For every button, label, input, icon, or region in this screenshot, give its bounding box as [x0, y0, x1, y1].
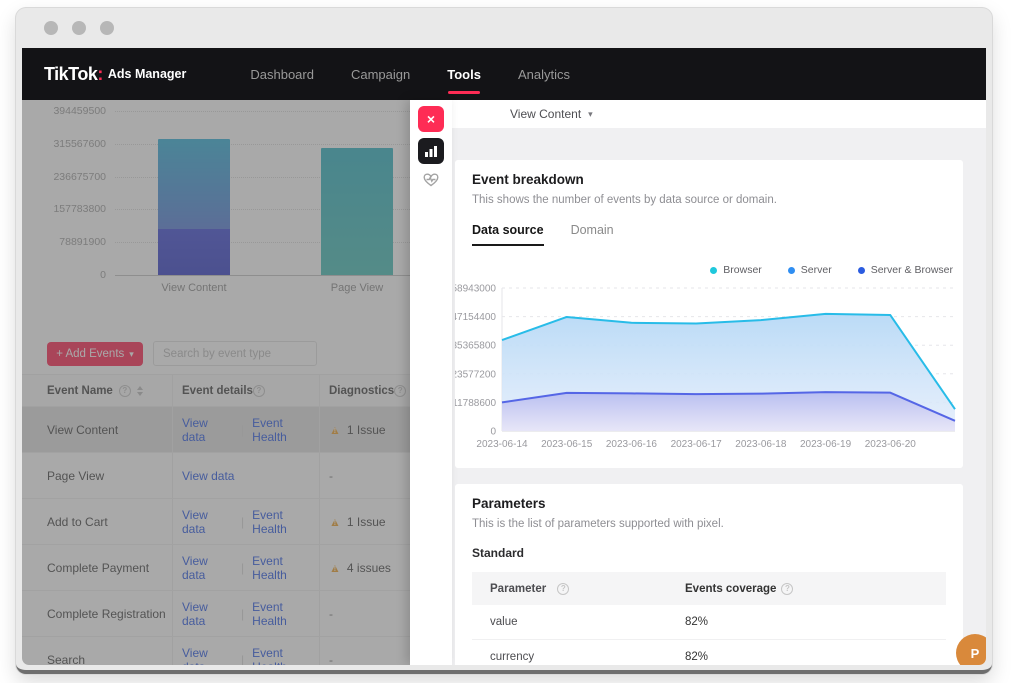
tab-domain[interactable]: Domain [571, 223, 614, 246]
line-chart-y-tick: 0 [490, 427, 496, 438]
line-chart-x-tick: 2023-06-16 [606, 439, 658, 450]
parameter-name: value [490, 616, 518, 628]
line-chart-y-tick: 23577200 [455, 369, 496, 380]
event-breakdown-title: Event breakdown [472, 172, 584, 187]
panel-scroll-area: Event breakdown This shows the number of… [452, 128, 986, 665]
parameter-row[interactable]: currency 82% [472, 640, 946, 665]
logo-colon: : [97, 63, 103, 84]
parameters-group-label: Standard [472, 546, 525, 560]
avatar[interactable]: P [956, 634, 986, 665]
heart-health-icon [423, 173, 439, 187]
parameter-name: currency [490, 651, 535, 663]
legend-item: Browser [710, 264, 762, 276]
line-chart-x-tick: 2023-06-20 [865, 439, 917, 450]
chart-view-button[interactable] [418, 138, 444, 164]
parameters-description: This is the list of parameters supported… [472, 518, 724, 530]
breakdown-tabs: Data source Domain [472, 223, 946, 246]
tab-data-source[interactable]: Data source [472, 223, 544, 246]
nav-item-analytics[interactable]: Analytics [518, 67, 570, 82]
panel-icon-rail: × [410, 100, 452, 665]
legend-dot-icon [857, 266, 865, 274]
app-content: TikTok: Ads Manager Dashboard Campaign Too… [22, 48, 986, 665]
line-chart-x-tick: 2023-06-17 [671, 439, 723, 450]
legend-label: Browser [723, 264, 762, 276]
line-chart-x-tick: 2023-06-14 [476, 439, 528, 450]
line-chart-x-tick: 2023-06-19 [800, 439, 852, 450]
line-chart-y-tick: 35365800 [455, 341, 496, 352]
line-chart-y-tick: 11788600 [455, 398, 496, 409]
panel-main: View Content ▾ Event breakdown This show… [452, 100, 986, 665]
window-control-dot[interactable] [72, 21, 86, 35]
product-name: Ads Manager [107, 67, 187, 81]
line-chart-x-tick: 2023-06-15 [541, 439, 593, 450]
chevron-down-icon: ▾ [588, 108, 593, 119]
nav-item-campaign[interactable]: Campaign [351, 67, 410, 82]
event-breakdown-description: This shows the number of events by data … [472, 194, 777, 206]
dim-overlay [22, 100, 410, 665]
window-control-dot[interactable] [44, 21, 58, 35]
line-chart-svg: 0 11788600 23577200 35365800 47154400 5894300… [452, 284, 956, 450]
close-icon: × [426, 111, 436, 127]
tiktok-logo[interactable]: TikTok: [44, 64, 103, 85]
event-breakdown-card: Event breakdown This shows the number of… [452, 160, 963, 468]
legend-dot-icon [710, 266, 718, 274]
nav-item-tools[interactable]: Tools [447, 67, 481, 94]
param-column-events-coverage: Events coverage? [685, 582, 946, 595]
bar-chart-icon [425, 146, 437, 157]
parameter-coverage: 82% [685, 616, 946, 628]
top-nav-bar: TikTok: Ads Manager Dashboard Campaign Too… [22, 48, 986, 100]
legend-label: Server & Browser [870, 264, 953, 276]
line-chart-y-tick: 47154400 [455, 312, 496, 323]
nav-item-dashboard[interactable]: Dashboard [250, 67, 314, 82]
event-breakdown-line-chart: 0 11788600 23577200 35365800 47154400 5894300… [452, 282, 963, 454]
line-chart-x-tick: 2023-06-18 [735, 439, 787, 450]
coverage-value: 82% [685, 651, 709, 663]
window-control-dot[interactable] [100, 21, 114, 35]
nav-items: Dashboard Campaign Tools Analytics [250, 67, 570, 94]
parameters-card: Parameters This is the list of parameter… [455, 484, 963, 665]
column-label: Events coverage [685, 582, 777, 595]
event-selector[interactable]: View Content ▾ [452, 100, 986, 128]
browser-window: TikTok: Ads Manager Dashboard Campaign Too… [16, 8, 992, 674]
info-icon: ? [557, 582, 570, 595]
legend-item: Server [787, 264, 832, 276]
event-detail-panel: × View Content ▾ Event breakdown This sh… [410, 100, 986, 665]
legend-label: Server [800, 264, 832, 276]
info-icon: ? [781, 582, 794, 595]
column-label: Parameter [490, 582, 547, 595]
parameter-row[interactable]: value 82% [472, 605, 946, 640]
window-chrome-bar [16, 8, 992, 48]
event-health-button[interactable] [423, 173, 439, 192]
chart-legend: Browser Server Server & Browser [710, 264, 953, 276]
coverage-value: 82% [685, 616, 709, 628]
param-column-parameter: Parameter? [472, 582, 685, 595]
parameters-title: Parameters [472, 496, 546, 511]
legend-dot-icon [787, 266, 795, 274]
parameters-table-header: Parameter? Events coverage? [472, 572, 946, 605]
area-server-browser [502, 392, 955, 431]
close-panel-button[interactable]: × [418, 106, 444, 132]
app-body: 0788919001577838002366757003155676003944… [22, 100, 986, 665]
legend-item: Server & Browser [857, 264, 953, 276]
parameter-coverage: 82% [685, 651, 946, 663]
line-chart-y-tick: 58943000 [455, 284, 496, 295]
parameters-table: Parameter? Events coverage? value 82% curren… [472, 572, 946, 665]
